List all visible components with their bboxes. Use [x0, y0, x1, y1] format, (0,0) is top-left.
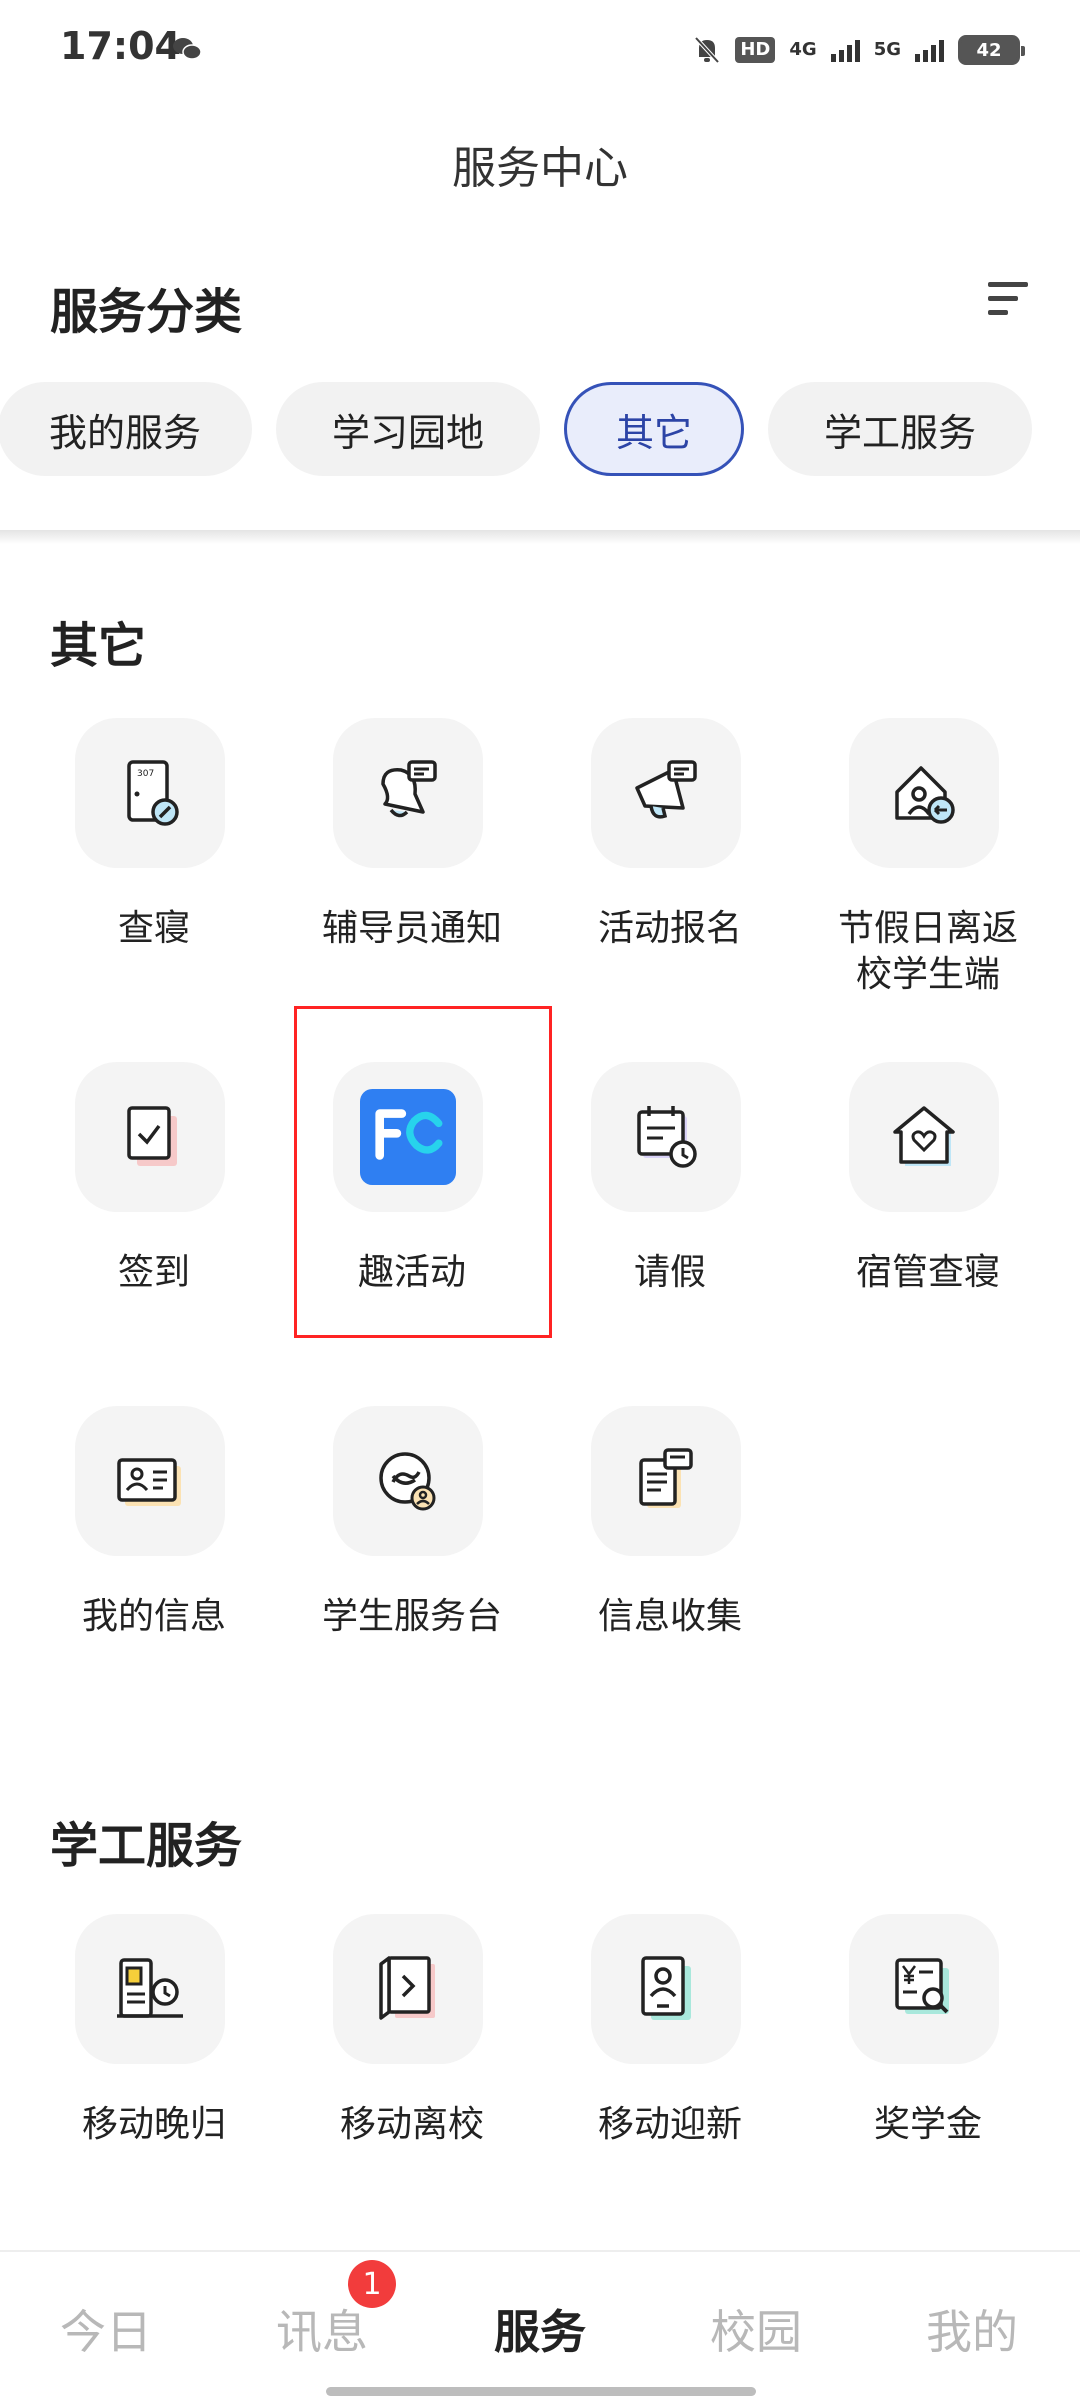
tile-label: 签到 — [117, 1252, 190, 1293]
service-tile-activity-signup[interactable]: 活动报名 — [541, 718, 799, 978]
network-4g-label: 4G — [789, 39, 817, 60]
tile-label-line: 节假日离返 — [837, 908, 1018, 949]
tile-icon-bg — [849, 1062, 999, 1212]
tile-icon-bg — [591, 1914, 741, 2064]
nav-item-me[interactable]: 我的 — [872, 2296, 1072, 2362]
tile-label-line: 校学生端 — [855, 954, 1000, 995]
tile-label: 辅导员通知 — [321, 908, 502, 949]
tile-label: 请假 — [633, 1252, 706, 1293]
tile-icon-bg — [591, 718, 741, 868]
category-header: 服务分类 — [50, 284, 243, 340]
tile-label: 移动迎新 — [597, 2104, 742, 2145]
status-time: 17:04 — [60, 24, 181, 68]
bell-message-icon — [381, 760, 437, 818]
tile-icon-bg: 307 — [75, 718, 225, 868]
megaphone-icon — [635, 760, 697, 819]
house-heart-icon — [893, 1106, 955, 1166]
tile-label: 节假日离返 校学生端 — [799, 906, 1057, 998]
tile-icon-bg — [75, 1062, 225, 1212]
signal-icon — [830, 38, 860, 62]
tile-icon-bg — [75, 1914, 225, 2064]
tile-icon-bg — [591, 1062, 741, 1212]
service-tile-info-collect[interactable]: 信息收集 — [541, 1406, 799, 1666]
leave-door-icon — [379, 1956, 435, 2020]
wechat-icon — [173, 38, 202, 60]
service-tile-dorm-check[interactable]: 307 查寝 — [25, 718, 283, 978]
chip-student-affairs[interactable]: 学工服务 — [768, 382, 1032, 476]
scholarship-icon — [895, 1958, 949, 2014]
home-indicator[interactable] — [326, 2387, 756, 2396]
chip-other[interactable]: 其它 — [564, 382, 744, 476]
tile-label: 我的信息 — [81, 1596, 226, 1637]
tile-label: 奖学金 — [873, 2104, 982, 2145]
mute-bell-icon — [694, 36, 720, 64]
id-card-icon — [117, 1458, 181, 1506]
chip-my-services[interactable]: 我的服务 — [0, 382, 252, 476]
sort-icon[interactable] — [988, 280, 1028, 318]
tile-label: 宿管查寝 — [855, 1252, 1000, 1293]
hd-label: HD — [735, 37, 776, 63]
battery-level: 42 — [976, 39, 1002, 61]
tile-label: 学生服务台 — [321, 1596, 502, 1637]
service-tile-welcome-new[interactable]: 移动迎新 — [541, 1914, 799, 2174]
status-bar: 17:04 HD 4G 5G 42 — [0, 0, 1080, 100]
tile-icon-bg — [333, 1914, 483, 2064]
welcome-profile-icon — [641, 1956, 691, 2020]
nav-item-messages[interactable]: 讯息 — [222, 2296, 422, 2362]
tile-icon-bg — [333, 718, 483, 868]
tile-label: 活动报名 — [597, 908, 742, 949]
form-collect-icon — [639, 1448, 693, 1508]
service-tile-student-service-desk[interactable]: 学生服务台 — [283, 1406, 541, 1666]
nav-item-today[interactable]: 今日 — [6, 2296, 206, 2362]
service-tile-scholarship[interactable]: 奖学金 — [799, 1914, 1057, 2174]
highlight-box — [294, 1006, 552, 1338]
tile-label: 移动晚归 — [81, 2104, 226, 2145]
tile-label: 信息收集 — [597, 1596, 742, 1637]
chip-study-garden[interactable]: 学习园地 — [276, 382, 540, 476]
tabs-divider — [0, 530, 1080, 544]
bottom-nav: 今日 讯息 服务 校园 我的 — [0, 2250, 1080, 2400]
service-tile-checkin[interactable]: 签到 — [25, 1062, 283, 1322]
door-check-icon: 307 — [127, 760, 179, 826]
service-tile-leave-school[interactable]: 移动离校 — [283, 1914, 541, 2174]
network-5g-label: 5G — [873, 39, 901, 60]
service-tile-dorm-manager-check[interactable]: 宿管查寝 — [799, 1062, 1057, 1322]
service-tile-late-return[interactable]: 移动晚归 — [25, 1914, 283, 2174]
checkin-doc-icon — [127, 1106, 177, 1166]
battery-icon: 42 — [958, 35, 1025, 65]
calendar-clock-icon — [637, 1106, 697, 1168]
section-title-other: 其它 — [50, 618, 147, 674]
tile-icon-bg — [591, 1406, 741, 1556]
status-indicators: HD 4G 5G 42 — [693, 28, 1025, 72]
page-title: 服务中心 — [452, 143, 628, 194]
nav-item-campus[interactable]: 校园 — [656, 2296, 856, 2362]
home-return-icon — [895, 766, 955, 824]
section-title-student-affairs: 学工服务 — [50, 1818, 243, 1874]
nav-item-services[interactable]: 服务 — [440, 2296, 640, 2362]
svg-text:307: 307 — [137, 769, 154, 779]
late-return-icon — [117, 1958, 183, 2018]
tile-label: 移动离校 — [339, 2104, 484, 2145]
tile-icon-bg — [849, 1914, 999, 2064]
service-tile-my-info[interactable]: 我的信息 — [25, 1406, 283, 1666]
service-tile-holiday-return[interactable]: 节假日离返 校学生端 — [799, 718, 1057, 995]
signal-icon — [915, 38, 944, 62]
tile-icon-bg — [849, 718, 999, 868]
tile-icon-bg — [333, 1406, 483, 1556]
tile-label: 查寝 — [117, 908, 190, 949]
tile-icon-bg — [75, 1406, 225, 1556]
service-tile-counselor-notice[interactable]: 辅导员通知 — [283, 718, 541, 978]
service-desk-icon — [379, 1452, 436, 1511]
category-chips: 我的服务 学习园地 其它 学工服务 — [0, 382, 1080, 478]
notification-badge: 1 — [348, 2260, 396, 2308]
service-tile-leave-request[interactable]: 请假 — [541, 1062, 799, 1322]
